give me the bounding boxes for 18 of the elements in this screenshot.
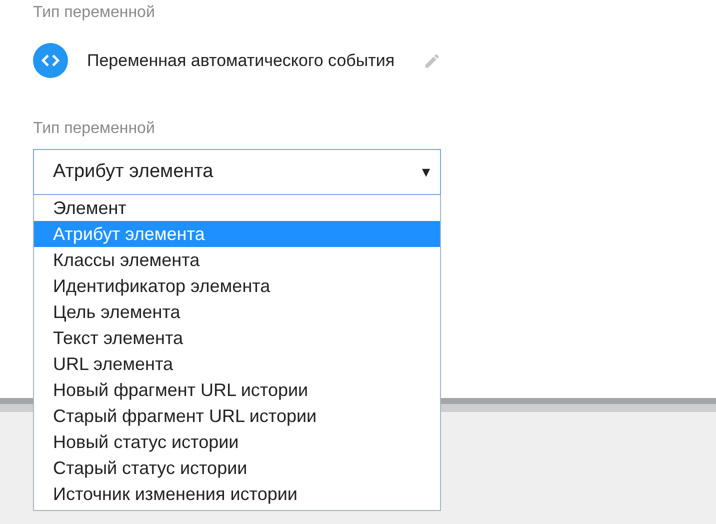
code-icon (33, 43, 68, 78)
caret-icon: ▾ (422, 162, 430, 182)
dropdown-option[interactable]: Источник изменения истории (34, 481, 440, 507)
edit-icon[interactable] (422, 52, 441, 70)
variable-type-name: Переменная автоматического события (87, 50, 395, 70)
dropdown-option[interactable]: Текст элемента (34, 325, 440, 351)
dropdown-option[interactable]: Старый фрагмент URL истории (34, 403, 440, 429)
dropdown-option[interactable]: Старый статус истории (34, 455, 440, 481)
field-label: Тип переменной (33, 4, 156, 23)
dropdown-option[interactable]: URL элемента (34, 351, 440, 377)
dropdown-option[interactable]: Цель элемента (34, 299, 440, 325)
variable-type-select[interactable]: Атрибут элемента ▾ (33, 149, 441, 195)
dropdown-option[interactable]: Элемент (34, 195, 440, 221)
dropdown-option[interactable]: Идентификатор элемента (34, 273, 440, 299)
dropdown-option[interactable]: Классы элемента (34, 247, 440, 273)
dropdown-option[interactable]: Новый статус истории (34, 429, 440, 455)
field-label: Тип переменной (33, 120, 156, 139)
dropdown-option[interactable]: Новый фрагмент URL истории (34, 377, 440, 403)
